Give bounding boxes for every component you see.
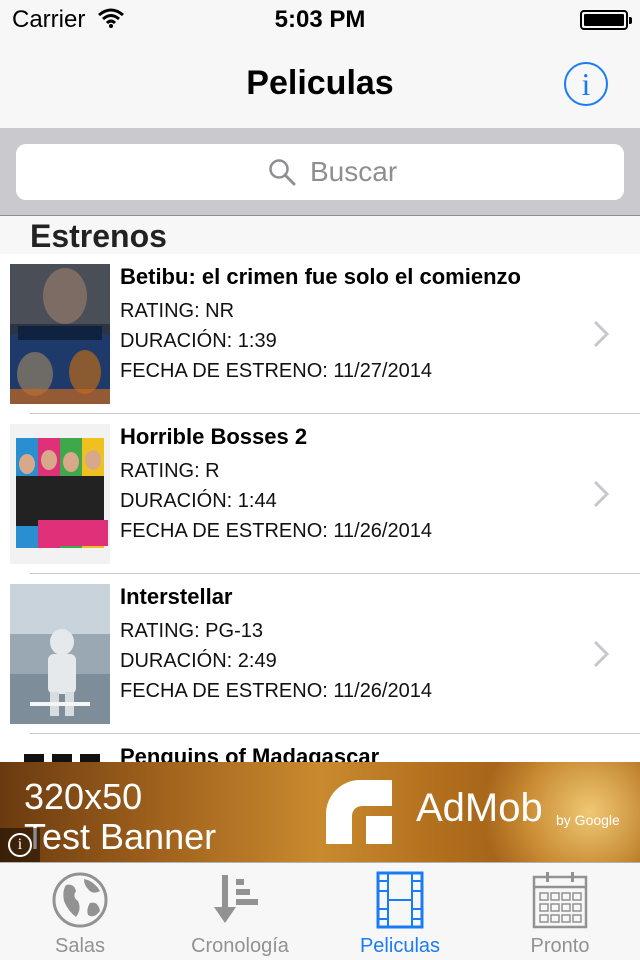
movie-title: Betibu: el crimen fue solo el comienzo [120, 264, 521, 289]
movie-poster-image [10, 264, 110, 404]
tab-label: Peliculas [359, 935, 441, 957]
section-title: Estrenos [30, 218, 167, 254]
info-button[interactable]: i [564, 62, 608, 106]
movie-rating: RATING: PG-13 [120, 620, 263, 642]
ad-test-label: Test Banner [24, 816, 217, 857]
movie-row[interactable]: Interstellar RATING: PG-13 DURACIÓN: 2:4… [0, 574, 640, 734]
globe-icon [52, 872, 108, 928]
navigation-bar: Peliculas i [0, 40, 640, 128]
movie-row[interactable]: Betibu: el crimen fue solo el comienzo R… [0, 254, 640, 414]
movie-row[interactable]: Horrible Bosses 2 RATING: R DURACIÓN: 1:… [0, 414, 640, 574]
chevron-right-icon [593, 320, 610, 348]
ad-choices-icon[interactable]: i [0, 828, 40, 862]
film-icon [376, 871, 424, 929]
page-title: Peliculas [246, 64, 394, 102]
status-bar: Carrier 5:03 PM [0, 0, 640, 40]
search-icon [269, 159, 296, 186]
chevron-right-icon [593, 640, 610, 668]
admob-logo-icon [326, 780, 392, 844]
movie-release-date: FECHA DE ESTRENO: 11/26/2014 [120, 520, 432, 542]
movie-poster-image [10, 744, 110, 762]
movie-row[interactable]: Penguins of Madagascar [0, 734, 640, 762]
chevron-right-icon [593, 480, 610, 508]
status-time: 5:03 PM [274, 6, 366, 33]
movie-poster-image [10, 424, 110, 564]
movie-list[interactable]: Betibu: el crimen fue solo el comienzo R… [0, 254, 640, 762]
tab-label: Pronto [530, 935, 590, 957]
ad-by-google-text: by Google [556, 812, 620, 828]
movie-release-date: FECHA DE ESTRENO: 11/27/2014 [120, 360, 432, 382]
movie-title: Horrible Bosses 2 [120, 424, 308, 449]
movie-release-date: FECHA DE ESTRENO: 11/26/2014 [120, 680, 432, 702]
tab-pronto[interactable]: Pronto [480, 863, 640, 960]
ad-banner[interactable]: 320x50 Test Banner AdMob by Google [0, 762, 640, 862]
battery-icon [580, 10, 632, 30]
tab-label: Salas [54, 935, 106, 957]
movie-duration: DURACIÓN: 1:39 [120, 330, 277, 352]
tab-cronologia[interactable]: Cronología [160, 863, 320, 960]
movie-title: Interstellar [120, 584, 233, 609]
tab-peliculas[interactable]: Peliculas [320, 863, 480, 960]
search-field[interactable] [16, 144, 624, 200]
admob-brand-text: AdMob [416, 786, 543, 830]
tab-bar: Salas Cronología Peliculas Pronto [0, 862, 640, 960]
search-bar [0, 128, 640, 216]
ad-size-label: 320x50 [24, 776, 143, 817]
movie-rating: RATING: R [120, 460, 220, 482]
movie-poster-image [10, 584, 110, 724]
tab-label: Cronología [191, 935, 289, 957]
movie-rating: RATING: NR [120, 300, 235, 322]
search-input[interactable] [294, 144, 594, 200]
ad-info-glyph: i [8, 833, 32, 857]
calendar-icon [532, 872, 588, 929]
movie-title: Penguins of Madagascar [120, 744, 380, 762]
sort-timeline-icon [214, 875, 258, 923]
section-header: Estrenos [0, 216, 640, 254]
info-icon: i [581, 66, 591, 102]
tab-salas[interactable]: Salas [0, 863, 160, 960]
movie-duration: DURACIÓN: 2:49 [120, 650, 277, 672]
movie-duration: DURACIÓN: 1:44 [120, 490, 277, 512]
